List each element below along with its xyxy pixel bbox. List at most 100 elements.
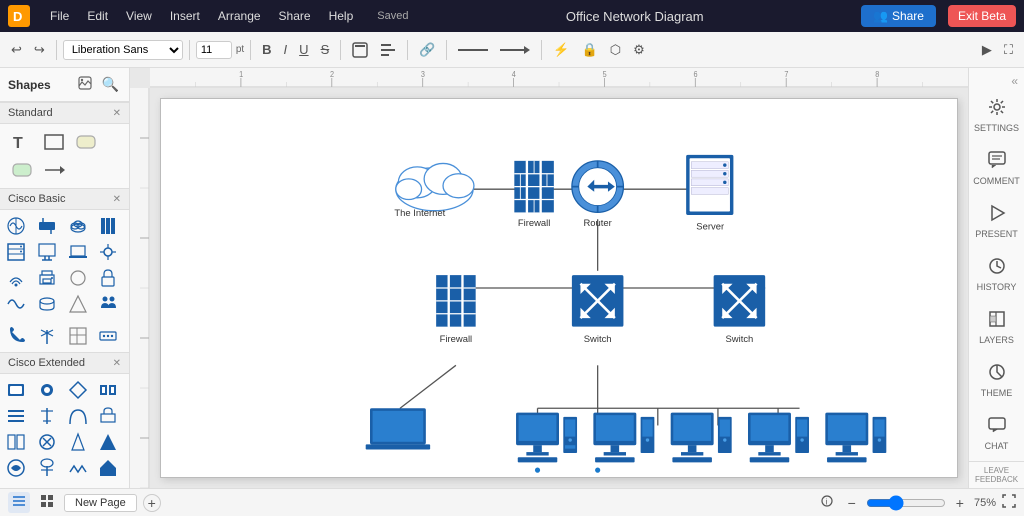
rect-shape[interactable]	[40, 130, 68, 154]
cisco-ext7-shape[interactable]	[66, 404, 90, 428]
cisco-wap-shape[interactable]	[4, 266, 28, 290]
font-family-select[interactable]: Liberation Sans	[63, 40, 183, 60]
cisco-disk-shape[interactable]	[35, 292, 59, 316]
section-cisco-extended-close[interactable]: ✕	[113, 358, 121, 369]
fullscreen-toolbar-button[interactable]: ⛶	[999, 39, 1018, 61]
cisco-lock-shape[interactable]	[96, 266, 120, 290]
text-shape[interactable]: T	[8, 130, 36, 154]
cisco-ext13-shape[interactable]	[4, 456, 28, 480]
cisco-people-shape[interactable]	[96, 292, 120, 316]
svg-text:T: T	[13, 135, 23, 152]
menu-file[interactable]: File	[42, 7, 77, 25]
zoom-in-button[interactable]: +	[952, 493, 968, 513]
share-button[interactable]: 👥 Share	[861, 5, 936, 27]
italic-button[interactable]: I	[279, 39, 293, 60]
cisco-phone-shape[interactable]	[4, 324, 28, 348]
shapes-search-button[interactable]: 🔍	[100, 74, 121, 95]
cisco-ext3-shape[interactable]	[66, 378, 90, 402]
leave-feedback-button[interactable]: LEAVEFEEDBACK	[969, 461, 1024, 488]
strikethrough-button[interactable]: S	[316, 39, 335, 60]
cisco-ext6-shape[interactable]	[35, 404, 59, 428]
layers-panel-item[interactable]: LAYERS	[972, 302, 1022, 353]
menu-edit[interactable]: Edit	[79, 7, 116, 25]
cisco-laptop-shape[interactable]	[66, 240, 90, 264]
cisco-cable-shape[interactable]	[4, 292, 28, 316]
fullscreen-button[interactable]	[1002, 494, 1016, 511]
zoom-info-button[interactable]: i	[816, 492, 838, 513]
cisco-printer-shape[interactable]	[35, 266, 59, 290]
cisco-generic2-shape[interactable]	[66, 292, 90, 316]
menu-view[interactable]: View	[118, 7, 160, 25]
link-button[interactable]: 🔗	[414, 39, 440, 61]
rounded-rect-shape[interactable]	[72, 130, 100, 154]
redo-button[interactable]: ↪	[29, 39, 50, 61]
add-page-button[interactable]: +	[143, 494, 161, 512]
cisco-ext4-shape[interactable]	[96, 378, 120, 402]
cisco-ext14-shape[interactable]	[35, 456, 59, 480]
present-panel-item[interactable]: PRESENT	[972, 196, 1022, 247]
bold-button[interactable]: B	[257, 39, 276, 60]
new-page-tab[interactable]: New Page	[64, 494, 137, 512]
cisco-ext15-shape[interactable]	[66, 456, 90, 480]
section-cisco-basic[interactable]: Cisco Basic ✕	[0, 188, 129, 210]
canvas-page[interactable]: The Internet	[160, 98, 958, 478]
list-view-button[interactable]	[8, 492, 30, 513]
right-panel-collapse[interactable]: «	[1009, 72, 1020, 90]
zoom-out-button[interactable]: −	[844, 493, 860, 513]
section-standard[interactable]: Standard ✕	[0, 102, 129, 124]
play-button[interactable]: ▶	[977, 39, 997, 61]
menu-arrange[interactable]: Arrange	[210, 7, 269, 25]
cisco-switch-shape[interactable]	[35, 214, 59, 238]
cisco-server-shape[interactable]	[4, 240, 28, 264]
cisco-extended-grid	[0, 374, 129, 484]
exit-beta-button[interactable]: Exit Beta	[948, 5, 1016, 27]
theme-panel-item[interactable]: THEME	[972, 355, 1022, 406]
cisco-modem-shape[interactable]	[96, 324, 120, 348]
lightning-button[interactable]: ⚡	[548, 39, 574, 61]
cisco-ext16-shape[interactable]	[96, 456, 120, 480]
arrow-button[interactable]	[495, 39, 535, 61]
more-button[interactable]: ⚙	[628, 39, 650, 61]
circle-shape[interactable]	[8, 158, 36, 182]
cisco-cloud-shape[interactable]	[66, 214, 90, 238]
underline-button[interactable]: U	[294, 39, 313, 60]
cisco-ext5-shape[interactable]	[4, 404, 28, 428]
arrow-shape[interactable]	[40, 158, 68, 182]
lock-button[interactable]: 🔒	[577, 39, 603, 61]
cisco-ext1-shape[interactable]	[4, 378, 28, 402]
zoom-slider[interactable]	[866, 495, 946, 511]
cisco-ext2-shape[interactable]	[35, 378, 59, 402]
format-button[interactable]	[347, 39, 373, 61]
canvas-area[interactable]: 1 2 3 4 5 6 7 8	[130, 68, 968, 488]
font-size-input[interactable]	[196, 41, 232, 59]
history-panel-item[interactable]: HISTORY	[972, 249, 1022, 300]
shapes-image-button[interactable]	[76, 74, 94, 95]
settings-panel-item[interactable]: SETTINGS	[972, 90, 1022, 141]
cisco-generic3-shape[interactable]	[66, 324, 90, 348]
cisco-generic-shape[interactable]	[66, 266, 90, 290]
cisco-ext12-shape[interactable]	[96, 430, 120, 454]
cisco-ext8-shape[interactable]	[96, 404, 120, 428]
undo-button[interactable]: ↩	[6, 39, 27, 61]
menu-insert[interactable]: Insert	[162, 7, 208, 25]
grid-view-button[interactable]	[36, 492, 58, 513]
right-panel: « SETTINGS COMMENT PRESENT HISTORY	[968, 68, 1024, 488]
cisco-hub-shape[interactable]	[96, 240, 120, 264]
chat-panel-item[interactable]: CHAT	[972, 408, 1022, 459]
menu-help[interactable]: Help	[321, 7, 362, 25]
shape-button[interactable]: ⬡	[605, 39, 626, 61]
section-cisco-extended[interactable]: Cisco Extended ✕	[0, 352, 129, 374]
cisco-ext10-shape[interactable]	[35, 430, 59, 454]
cisco-ext9-shape[interactable]	[4, 430, 28, 454]
cisco-router-shape[interactable]	[4, 214, 28, 238]
section-standard-close[interactable]: ✕	[113, 108, 121, 119]
cisco-firewall-shape[interactable]	[96, 214, 120, 238]
section-cisco-basic-close[interactable]: ✕	[113, 194, 121, 205]
cisco-antenna-shape[interactable]	[35, 324, 59, 348]
align-button[interactable]	[375, 39, 401, 61]
comment-panel-item[interactable]: COMMENT	[972, 143, 1022, 194]
cisco-pc-shape[interactable]	[35, 240, 59, 264]
menu-share[interactable]: Share	[271, 7, 319, 25]
cisco-ext11-shape[interactable]	[66, 430, 90, 454]
line-style-button[interactable]	[453, 39, 493, 61]
